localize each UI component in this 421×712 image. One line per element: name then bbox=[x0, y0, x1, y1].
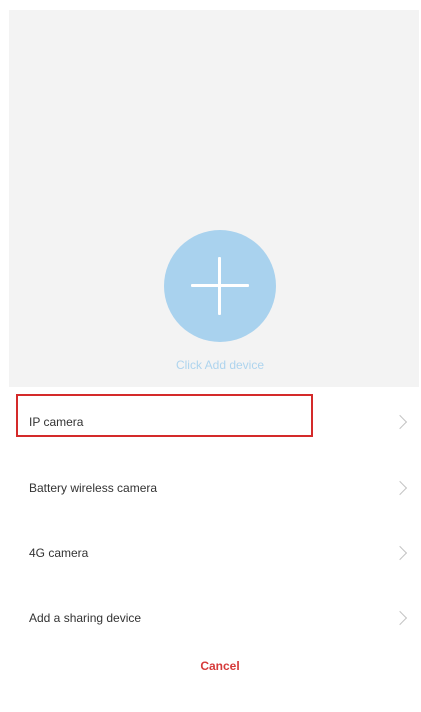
add-device-button[interactable] bbox=[164, 230, 276, 342]
cancel-button[interactable]: Cancel bbox=[9, 649, 419, 683]
menu-item-add-sharing-device[interactable]: Add a sharing device bbox=[9, 589, 419, 647]
add-device-caption: Click Add device bbox=[175, 358, 265, 372]
menu-item-label: Battery wireless camera bbox=[29, 481, 158, 495]
device-type-sheet: IP camera Battery wireless camera 4G cam… bbox=[9, 387, 419, 707]
menu-item-label: 4G camera bbox=[29, 546, 89, 560]
menu-item-label: Add a sharing device bbox=[29, 611, 142, 625]
plus-icon-vertical bbox=[218, 257, 221, 315]
menu-item-battery-wireless-camera[interactable]: Battery wireless camera bbox=[9, 459, 419, 517]
app-screen: Click Add device IP camera Battery wirel… bbox=[9, 10, 419, 707]
empty-device-area: Click Add device bbox=[9, 10, 419, 387]
chevron-right-icon bbox=[392, 545, 408, 561]
menu-item-label: IP camera bbox=[29, 415, 84, 429]
chevron-right-icon bbox=[392, 414, 408, 430]
menu-item-ip-camera[interactable]: IP camera bbox=[9, 393, 419, 451]
menu-item-4g-camera[interactable]: 4G camera bbox=[9, 524, 419, 582]
chevron-right-icon bbox=[392, 610, 408, 626]
chevron-right-icon bbox=[392, 480, 408, 496]
